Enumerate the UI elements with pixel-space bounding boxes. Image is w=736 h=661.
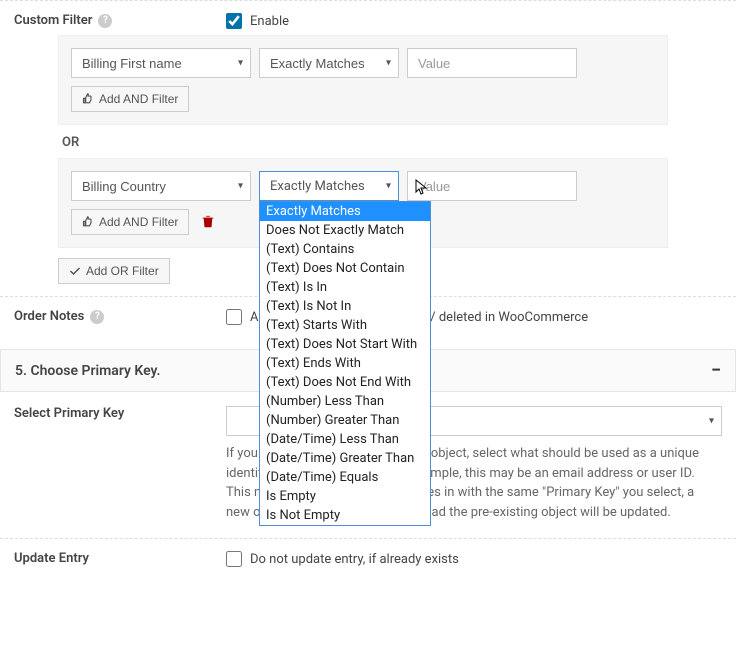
dropdown-option[interactable]: (Text) Ends With — [260, 354, 430, 373]
add-and-label: Add AND Filter — [99, 92, 178, 106]
enable-checkbox[interactable] — [226, 13, 242, 29]
update-entry-checkbox[interactable] — [226, 551, 242, 567]
delete-group-button[interactable] — [201, 215, 215, 229]
add-and-label: Add AND Filter — [99, 215, 178, 229]
field-select[interactable]: Billing First name — [71, 48, 251, 78]
add-and-filter-button[interactable]: Add AND Filter — [71, 86, 189, 112]
custom-filter-section: Custom Filter ? Enable Billing First nam… — [0, 0, 736, 296]
dropdown-option[interactable]: Is Empty — [260, 487, 430, 506]
add-or-filter-button[interactable]: Add OR Filter — [58, 258, 170, 284]
dropdown-option[interactable]: (Text) Is Not In — [260, 297, 430, 316]
update-entry-label-text: Update Entry — [14, 551, 89, 566]
dropdown-option[interactable]: (Number) Less Than — [260, 392, 430, 411]
dropdown-option[interactable]: (Text) Does Not End With — [260, 373, 430, 392]
dropdown-option[interactable]: (Text) Does Not Start With — [260, 335, 430, 354]
select-primary-key-label-text: Select Primary Key — [14, 406, 124, 421]
custom-filter-label-text: Custom Filter — [14, 13, 92, 28]
update-entry-checkbox-label: Do not update entry, if already exists — [250, 552, 459, 567]
dropdown-option[interactable]: Is Not Empty — [260, 506, 430, 525]
or-label: OR — [62, 135, 668, 150]
check-icon — [69, 265, 81, 277]
custom-filter-label: Custom Filter ? — [14, 13, 214, 28]
select-primary-key-label: Select Primary Key — [14, 406, 214, 421]
minus-icon: − — [711, 360, 721, 381]
operator-select[interactable]: Exactly Matches — [259, 48, 399, 78]
operator-select[interactable]: Exactly Matches — [259, 171, 399, 201]
field-select[interactable]: Billing Country — [71, 171, 251, 201]
add-or-label: Add OR Filter — [86, 264, 159, 278]
dropdown-option[interactable]: Exactly Matches — [260, 202, 430, 221]
thumbs-up-icon — [82, 216, 94, 228]
help-icon[interactable]: ? — [90, 310, 104, 324]
dropdown-option[interactable]: (Date/Time) Greater Than — [260, 449, 430, 468]
dropdown-option[interactable]: (Number) Greater Than — [260, 411, 430, 430]
order-notes-label: Order Notes ? — [14, 309, 214, 324]
operator-dropdown[interactable]: Exactly Matches Does Not Exactly Match (… — [259, 201, 431, 526]
thumbs-up-icon — [82, 93, 94, 105]
dropdown-option[interactable]: (Date/Time) Equals — [260, 468, 430, 487]
enable-label: Enable — [250, 14, 289, 29]
add-and-filter-button[interactable]: Add AND Filter — [71, 209, 189, 235]
value-input[interactable] — [407, 48, 577, 78]
dropdown-option[interactable]: (Text) Contains — [260, 240, 430, 259]
order-notes-label-text: Order Notes — [14, 309, 84, 324]
dropdown-option[interactable]: (Date/Time) Less Than — [260, 430, 430, 449]
order-notes-checkbox[interactable] — [226, 309, 242, 325]
dropdown-option[interactable]: (Text) Is In — [260, 278, 430, 297]
filter-group: Billing First name Exactly Matches Add A… — [58, 35, 668, 125]
dropdown-option[interactable]: (Text) Does Not Contain — [260, 259, 430, 278]
dropdown-option[interactable]: (Text) Starts With — [260, 316, 430, 335]
filter-group: Billing Country Exactly Matches Exactly … — [58, 158, 668, 248]
update-entry-label: Update Entry — [14, 551, 214, 566]
accordion-title: 5. Choose Primary Key. — [15, 363, 161, 379]
update-entry-section: Update Entry Do not update entry, if alr… — [0, 538, 736, 585]
dropdown-option[interactable]: Does Not Exactly Match — [260, 221, 430, 240]
value-input[interactable] — [407, 171, 577, 201]
help-icon[interactable]: ? — [98, 14, 112, 28]
